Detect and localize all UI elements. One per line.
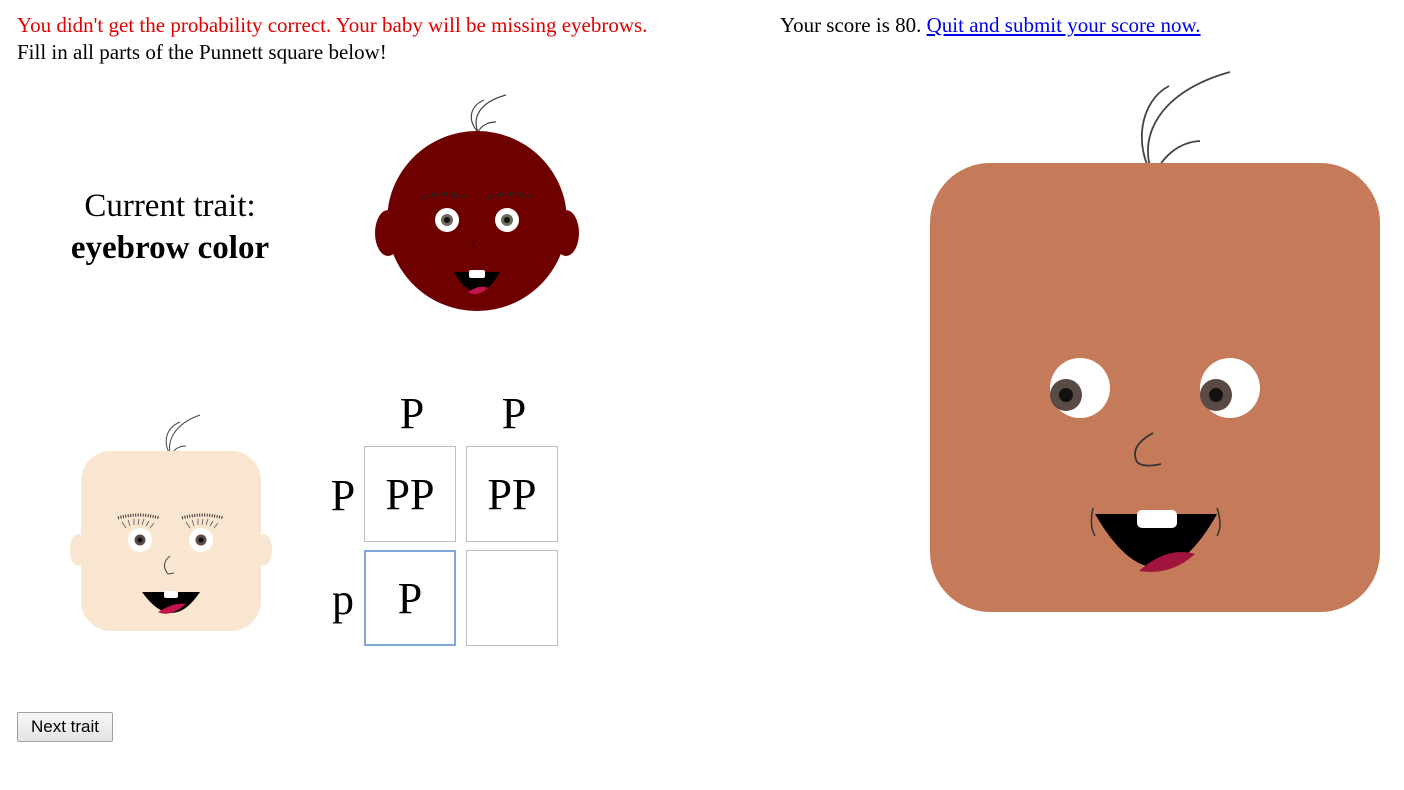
hair-curl-icon: [470, 94, 507, 133]
current-trait-label: Current trait:: [84, 188, 256, 224]
score-area: Your score is 80. Quit and submit your s…: [780, 13, 1201, 38]
hair-curl-icon: [1141, 71, 1231, 179]
column-allele-1: P: [399, 389, 425, 438]
baby-face: [930, 71, 1380, 612]
punnett-cell-2-1[interactable]: [364, 550, 456, 646]
row-allele-1: P: [330, 471, 356, 520]
parent-face-left: [70, 414, 272, 631]
column-allele-2: P: [501, 389, 527, 438]
parent-face-top: [375, 94, 579, 311]
score-text: Your score is 80.: [780, 13, 922, 37]
quit-submit-link[interactable]: Quit and submit your score now.: [927, 13, 1201, 37]
punnett-cell-1-1[interactable]: [364, 446, 456, 542]
next-trait-button[interactable]: Next trait: [17, 712, 113, 742]
punnett-cell-1-2[interactable]: [466, 446, 558, 542]
current-trait: Current trait: eyebrow color: [40, 185, 300, 269]
instruction-message: Fill in all parts of the Punnett square …: [17, 40, 387, 64]
current-trait-name: eyebrow color: [70, 230, 270, 266]
row-allele-2: p: [332, 575, 354, 624]
hair-curl-icon: [165, 414, 201, 457]
punnett-cell-2-2[interactable]: [466, 550, 558, 646]
error-message: You didn't get the probability correct. …: [17, 13, 648, 37]
